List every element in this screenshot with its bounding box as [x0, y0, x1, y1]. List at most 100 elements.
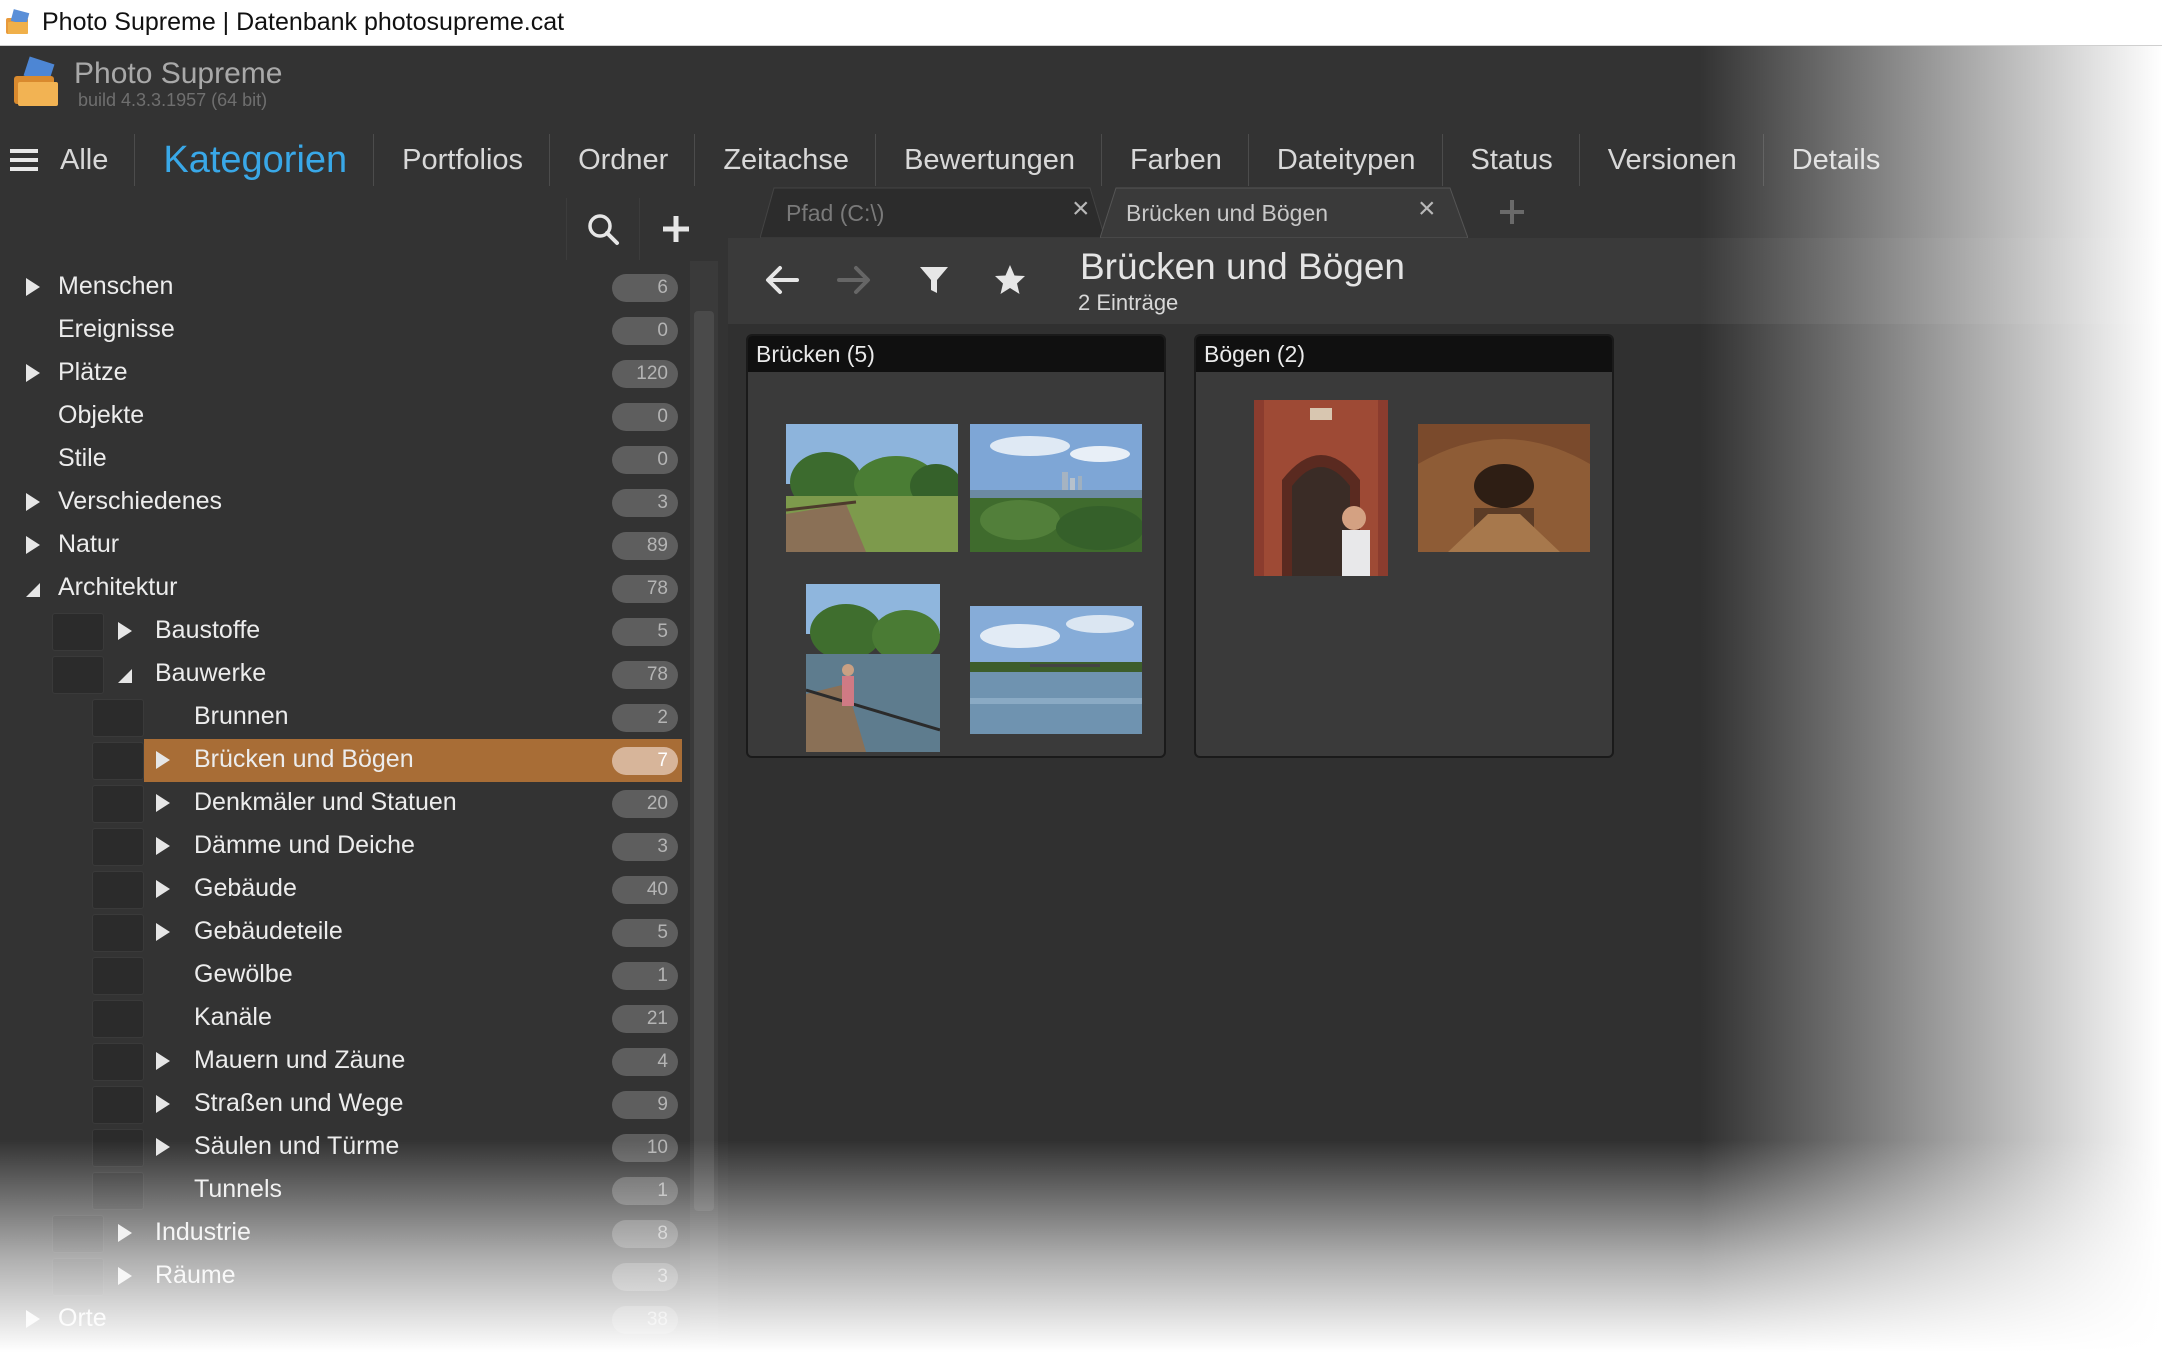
collapse-triangle-icon[interactable]: [26, 583, 40, 597]
tree-row[interactable]: Tunnels 1: [0, 1169, 690, 1212]
brick-archway-photo[interactable]: [1254, 400, 1388, 576]
brand-name: Photo Supreme: [74, 57, 283, 90]
expand-triangle-icon[interactable]: [118, 622, 132, 640]
nav-farben[interactable]: Farben: [1100, 134, 1248, 186]
tree-row[interactable]: Denkmäler und Statuen 20: [0, 782, 690, 825]
tree-scrollbar[interactable]: [690, 261, 718, 1352]
expand-triangle-icon[interactable]: [156, 1138, 170, 1156]
expand-triangle-icon[interactable]: [156, 923, 170, 941]
count-badge: 0: [612, 317, 678, 345]
expand-triangle-icon[interactable]: [118, 1267, 132, 1285]
tree-row[interactable]: Gebäudeteile 5: [0, 911, 690, 954]
tree-scrollbar-thumb[interactable]: [694, 311, 714, 1211]
river-bridge-photo[interactable]: [970, 606, 1142, 734]
favorite-button[interactable]: [980, 252, 1040, 308]
nav-versionen[interactable]: Versionen: [1578, 134, 1763, 186]
tree-row[interactable]: Brücken und Bögen 7: [0, 739, 690, 782]
tree-checkbox[interactable]: [92, 1129, 144, 1167]
tree-checkbox[interactable]: [92, 828, 144, 866]
expand-triangle-icon[interactable]: [118, 1224, 132, 1242]
content-panel: Brücken und Bögen 2 Einträge Brücken (5): [728, 238, 2162, 1352]
tree-checkbox[interactable]: [92, 1172, 144, 1210]
tree-row[interactable]: Gewölbe 1: [0, 954, 690, 997]
nav-details[interactable]: Details: [1762, 134, 1907, 186]
tree-row[interactable]: Brunnen 2: [0, 696, 690, 739]
nav-zeitachse[interactable]: Zeitachse: [694, 134, 875, 186]
nav-status[interactable]: Status: [1441, 134, 1579, 186]
expand-triangle-icon[interactable]: [26, 278, 40, 296]
expand-triangle-icon[interactable]: [156, 1052, 170, 1070]
tree-row[interactable]: Straßen und Wege 9: [0, 1083, 690, 1126]
expand-triangle-icon[interactable]: [156, 1095, 170, 1113]
tree-row[interactable]: Gebäude 40: [0, 868, 690, 911]
count-badge: 78: [612, 661, 678, 689]
tab-pfad[interactable]: Pfad (C:\) ×: [760, 186, 1105, 238]
tree-row[interactable]: Säulen und Türme 10: [0, 1126, 690, 1169]
park-walkway-photo[interactable]: [786, 424, 958, 552]
add-category-button[interactable]: [639, 198, 712, 260]
hamburger-icon[interactable]: [10, 149, 38, 171]
tree-row[interactable]: Menschen 6: [0, 266, 690, 309]
tree-checkbox[interactable]: [92, 871, 144, 909]
nav-ordner[interactable]: Ordner: [549, 134, 694, 186]
brand-build: build 4.3.3.1957 (64 bit): [78, 90, 268, 110]
nav-portfolios[interactable]: Portfolios: [373, 134, 549, 186]
tree-row[interactable]: Dämme und Deiche 3: [0, 825, 690, 868]
tree-checkbox[interactable]: [92, 1000, 144, 1038]
tree-checkbox[interactable]: [92, 1086, 144, 1124]
tree-row[interactable]: Mauern und Zäune 4: [0, 1040, 690, 1083]
tree-checkbox[interactable]: [52, 1258, 104, 1296]
tree-row-label: Industrie: [155, 1218, 251, 1246]
tree-checkbox[interactable]: [92, 742, 144, 780]
new-tab-button[interactable]: [1490, 186, 1540, 238]
tree-row[interactable]: Natur 89: [0, 524, 690, 567]
tree-row[interactable]: Plätze 120: [0, 352, 690, 395]
tree-row[interactable]: Ereignisse 0: [0, 309, 690, 352]
expand-triangle-icon[interactable]: [156, 837, 170, 855]
tree-row[interactable]: Industrie 8: [0, 1212, 690, 1255]
tree-row[interactable]: Stile 0: [0, 438, 690, 481]
forward-button[interactable]: [824, 252, 884, 308]
tree-checkbox[interactable]: [92, 914, 144, 952]
tree-checkbox[interactable]: [92, 699, 144, 737]
nav-alle[interactable]: Alle: [60, 134, 134, 186]
nav-kategorien[interactable]: Kategorien: [134, 134, 373, 186]
tree-checkbox[interactable]: [92, 957, 144, 995]
tree-row[interactable]: Objekte 0: [0, 395, 690, 438]
tree-row-label: Ereignisse: [58, 315, 175, 343]
city-skyline-river-photo[interactable]: [970, 424, 1142, 552]
close-icon[interactable]: ×: [1418, 192, 1436, 226]
vaulted-brick-tunnel-photo[interactable]: [1418, 424, 1590, 552]
expand-triangle-icon[interactable]: [156, 751, 170, 769]
tree-row-label: Gebäude: [194, 874, 297, 902]
tree-row[interactable]: Architektur 78: [0, 567, 690, 610]
expand-triangle-icon[interactable]: [26, 493, 40, 511]
search-button[interactable]: [566, 198, 639, 260]
collapse-triangle-icon[interactable]: [118, 669, 132, 683]
tree-checkbox[interactable]: [92, 1043, 144, 1081]
expand-triangle-icon[interactable]: [156, 880, 170, 898]
tree-row[interactable]: Baustoffe 5: [0, 610, 690, 653]
tree-row[interactable]: Verschiedenes 3: [0, 481, 690, 524]
nav-dateitypen[interactable]: Dateitypen: [1247, 134, 1442, 186]
back-button[interactable]: [752, 252, 812, 308]
tree-checkbox[interactable]: [52, 656, 104, 694]
filter-button[interactable]: [904, 252, 964, 308]
expand-triangle-icon[interactable]: [26, 1310, 40, 1328]
tree-row[interactable]: Bauwerke 78: [0, 653, 690, 696]
tree-row[interactable]: Räume 3: [0, 1255, 690, 1298]
expand-triangle-icon[interactable]: [26, 536, 40, 554]
close-icon[interactable]: ×: [1072, 192, 1090, 226]
app-logo-icon: [14, 56, 58, 106]
tab-bruecken-und-boegen[interactable]: Brücken und Bögen ×: [1100, 186, 1468, 238]
tree-checkbox[interactable]: [52, 613, 104, 651]
tree-checkbox[interactable]: [92, 785, 144, 823]
nav-bewertungen[interactable]: Bewertungen: [875, 134, 1101, 186]
expand-triangle-icon[interactable]: [26, 364, 40, 382]
person-on-boardwalk-photo[interactable]: [806, 584, 940, 752]
filter-icon: [920, 267, 948, 293]
tree-row[interactable]: Orte 38: [0, 1298, 690, 1341]
tree-row[interactable]: Kanäle 21: [0, 997, 690, 1040]
expand-triangle-icon[interactable]: [156, 794, 170, 812]
tree-checkbox[interactable]: [52, 1215, 104, 1253]
